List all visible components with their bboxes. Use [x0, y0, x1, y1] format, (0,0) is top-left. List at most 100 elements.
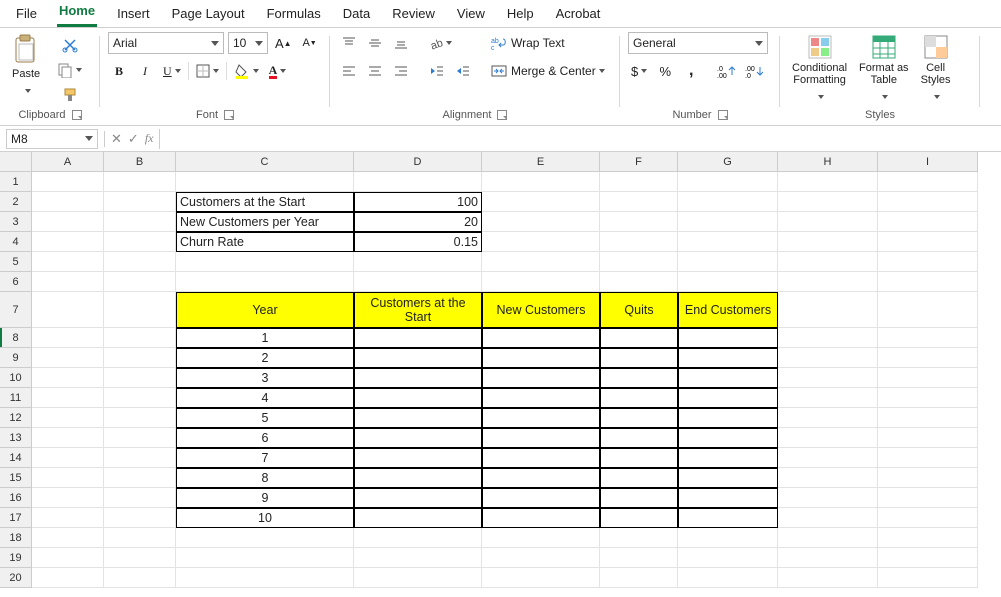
col-header-C[interactable]: C	[176, 152, 354, 172]
row-header-18[interactable]: 18	[0, 528, 32, 548]
cell-C9[interactable]: 2	[176, 348, 354, 368]
select-all-corner[interactable]	[0, 152, 32, 172]
align-bottom-button[interactable]	[390, 32, 412, 54]
cell-A16[interactable]	[32, 488, 104, 508]
cell-C17[interactable]: 10	[176, 508, 354, 528]
cell-B20[interactable]	[104, 568, 176, 588]
cell-A8[interactable]	[32, 328, 104, 348]
cell-E1[interactable]	[482, 172, 600, 192]
row-header-17[interactable]: 17	[0, 508, 32, 528]
cell-I11[interactable]	[878, 388, 978, 408]
cell-F9[interactable]	[600, 348, 678, 368]
cell-G6[interactable]	[678, 272, 778, 292]
cell-A3[interactable]	[32, 212, 104, 232]
cell-B12[interactable]	[104, 408, 176, 428]
cell-D4[interactable]: 0.15	[354, 232, 482, 252]
wrap-text-button[interactable]: abc Wrap Text	[484, 32, 612, 54]
cell-C7[interactable]: Year	[176, 292, 354, 328]
row-header-4[interactable]: 4	[0, 232, 32, 252]
cell-G5[interactable]	[678, 252, 778, 272]
cell-C6[interactable]	[176, 272, 354, 292]
cell-styles-button[interactable]: Cell Styles	[917, 32, 955, 104]
cell-E8[interactable]	[482, 328, 600, 348]
cell-E5[interactable]	[482, 252, 600, 272]
col-header-B[interactable]: B	[104, 152, 176, 172]
cell-E9[interactable]	[482, 348, 600, 368]
cell-I17[interactable]	[878, 508, 978, 528]
cell-A13[interactable]	[32, 428, 104, 448]
cell-A9[interactable]	[32, 348, 104, 368]
cell-I2[interactable]	[878, 192, 978, 212]
row-header-6[interactable]: 6	[0, 272, 32, 292]
col-header-G[interactable]: G	[678, 152, 778, 172]
conditional-formatting-button[interactable]: Conditional Formatting	[788, 32, 851, 104]
cell-C4[interactable]: Churn Rate	[176, 232, 354, 252]
cell-B18[interactable]	[104, 528, 176, 548]
decrease-font-button[interactable]: A▼	[299, 32, 321, 54]
alignment-launcher[interactable]	[497, 110, 507, 120]
menu-home[interactable]: Home	[57, 0, 97, 27]
cell-F8[interactable]	[600, 328, 678, 348]
cell-D20[interactable]	[354, 568, 482, 588]
cell-C18[interactable]	[176, 528, 354, 548]
cell-E15[interactable]	[482, 468, 600, 488]
cell-G9[interactable]	[678, 348, 778, 368]
cell-G4[interactable]	[678, 232, 778, 252]
cell-C5[interactable]	[176, 252, 354, 272]
cell-B7[interactable]	[104, 292, 176, 328]
cell-A10[interactable]	[32, 368, 104, 388]
col-header-F[interactable]: F	[600, 152, 678, 172]
cond-format-dropdown[interactable]	[815, 88, 824, 102]
cell-I10[interactable]	[878, 368, 978, 388]
cell-H20[interactable]	[778, 568, 878, 588]
cell-F17[interactable]	[600, 508, 678, 528]
cell-C10[interactable]: 3	[176, 368, 354, 388]
cell-I20[interactable]	[878, 568, 978, 588]
cell-A15[interactable]	[32, 468, 104, 488]
cell-H2[interactable]	[778, 192, 878, 212]
cell-C3[interactable]: New Customers per Year	[176, 212, 354, 232]
font-launcher[interactable]	[224, 110, 234, 120]
cell-D12[interactable]	[354, 408, 482, 428]
cell-C14[interactable]: 7	[176, 448, 354, 468]
formula-confirm[interactable]: ✓	[128, 131, 139, 147]
italic-button[interactable]: I	[134, 60, 156, 82]
cell-B17[interactable]	[104, 508, 176, 528]
cell-H14[interactable]	[778, 448, 878, 468]
accounting-format-button[interactable]: $	[628, 60, 650, 82]
menu-file[interactable]: File	[14, 2, 39, 27]
cell-C1[interactable]	[176, 172, 354, 192]
number-format-select[interactable]: General	[628, 32, 768, 54]
row-header-1[interactable]: 1	[0, 172, 32, 192]
row-header-12[interactable]: 12	[0, 408, 32, 428]
cell-F14[interactable]	[600, 448, 678, 468]
cell-D17[interactable]	[354, 508, 482, 528]
cell-F12[interactable]	[600, 408, 678, 428]
number-launcher[interactable]	[718, 110, 728, 120]
cell-A17[interactable]	[32, 508, 104, 528]
cell-E2[interactable]	[482, 192, 600, 212]
cell-A18[interactable]	[32, 528, 104, 548]
increase-decimal-button[interactable]: .0.00	[714, 60, 738, 82]
cell-B4[interactable]	[104, 232, 176, 252]
align-right-button[interactable]	[390, 60, 412, 82]
format-table-dropdown[interactable]	[879, 88, 888, 102]
cell-A6[interactable]	[32, 272, 104, 292]
cell-F4[interactable]	[600, 232, 678, 252]
cell-F10[interactable]	[600, 368, 678, 388]
cell-H15[interactable]	[778, 468, 878, 488]
cell-D8[interactable]	[354, 328, 482, 348]
cell-D19[interactable]	[354, 548, 482, 568]
align-top-button[interactable]	[338, 32, 360, 54]
cell-F1[interactable]	[600, 172, 678, 192]
cell-D9[interactable]	[354, 348, 482, 368]
cell-G12[interactable]	[678, 408, 778, 428]
row-header-16[interactable]: 16	[0, 488, 32, 508]
row-header-14[interactable]: 14	[0, 448, 32, 468]
cell-D13[interactable]	[354, 428, 482, 448]
cell-B10[interactable]	[104, 368, 176, 388]
cell-H19[interactable]	[778, 548, 878, 568]
cell-A2[interactable]	[32, 192, 104, 212]
cell-F13[interactable]	[600, 428, 678, 448]
cell-F5[interactable]	[600, 252, 678, 272]
